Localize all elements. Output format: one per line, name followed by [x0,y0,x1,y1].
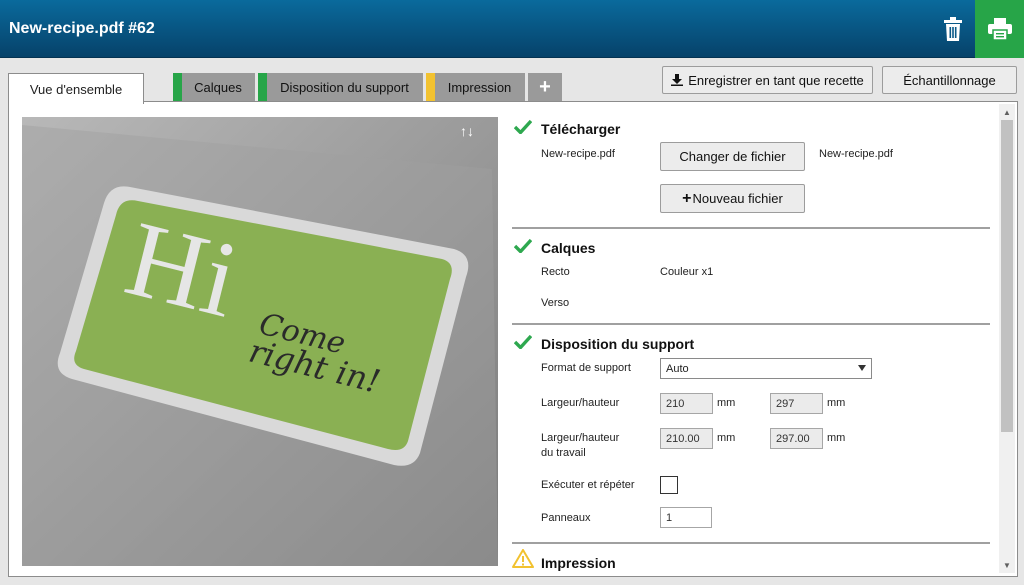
section-print-title: Impression [541,555,616,571]
tab-print[interactable]: Impression [426,73,525,102]
add-tab-button[interactable]: + [528,73,562,102]
tab-print-status-bar [426,73,435,102]
work-height-unit: mm [827,432,846,444]
panels-label: Panneaux [541,512,591,524]
media-format-select[interactable]: Auto [660,358,872,379]
change-file-button[interactable]: Changer de fichier [660,142,805,171]
section-media-title: Disposition du support [541,336,695,352]
plus-icon: + [682,189,692,207]
media-width-field: 210 [660,393,713,414]
work-height-field: 297.00 [770,428,823,449]
tab-print-label: Impression [447,80,512,95]
work-width-unit: mm [717,432,736,444]
download-icon [671,74,684,86]
delete-button[interactable] [930,0,975,58]
sampling-label: Échantillonnage [903,72,996,88]
tab-media-layout[interactable]: Disposition du support [258,73,423,102]
section-divider [512,227,990,229]
check-icon [514,119,532,134]
plus-icon: + [539,76,551,98]
step-repeat-label: Exécuter et répéter [541,479,635,491]
panels-input[interactable]: 1 [660,507,712,528]
scroll-up-icon[interactable]: ▲ [999,105,1015,119]
section-divider [512,542,990,544]
tab-overview[interactable]: Vue d'ensemble [8,73,144,104]
arrow-up-down-icon[interactable]: ↑↓ [460,123,474,139]
scrollbar-thumb[interactable] [1001,120,1013,432]
change-file-label: Changer de fichier [679,149,786,164]
tab-layers-status-bar [173,73,182,102]
width-unit: mm [717,397,736,409]
tab-media-status-bar [258,73,267,102]
check-icon [514,238,532,253]
front-value: Couleur x1 [660,266,714,278]
size-label: Largeur/hauteur [541,397,620,409]
printer-icon [987,18,1012,40]
media-format-value: Auto [666,362,689,375]
chevron-down-icon [858,365,866,371]
work-size-label-line1: Largeur/hauteur [541,432,620,444]
preview-image: Hi Come right in! [22,117,498,566]
trash-icon [943,17,962,41]
section-upload-title: Télécharger [541,121,621,137]
back-label: Verso [541,297,570,309]
section-layers-title: Calques [541,240,596,256]
tab-overview-label: Vue d'ensemble [29,81,123,97]
work-size-label-line2: du travail [541,447,586,459]
warning-icon [512,549,534,568]
save-as-recipe-button[interactable]: Enregistrer en tant que recette [662,66,873,94]
upload-file-label: New-recipe.pdf [541,148,615,160]
print-button[interactable] [975,0,1024,58]
step-repeat-checkbox[interactable] [660,476,678,494]
media-height-field: 297 [770,393,823,414]
media-format-label: Format de support [541,362,631,374]
save-as-recipe-label: Enregistrer en tant que recette [688,72,864,88]
tab-media-label: Disposition du support [280,80,409,95]
section-divider [512,323,990,325]
check-icon [514,334,532,349]
new-file-button[interactable]: + Nouveau fichier [660,184,805,213]
title-bar: New-recipe.pdf #62 [0,0,1024,58]
front-label: Recto [541,266,570,278]
document-title: New-recipe.pdf #62 [9,20,155,37]
new-file-label: Nouveau fichier [692,191,783,206]
height-unit: mm [827,397,846,409]
work-width-field: 210.00 [660,428,713,449]
scroll-down-icon[interactable]: ▼ [999,558,1015,572]
preview-render: Hi Come right in! [22,117,498,566]
sampling-button[interactable]: Échantillonnage [882,66,1017,94]
tab-layers-label: Calques [194,80,242,95]
tab-layers[interactable]: Calques [173,73,255,102]
current-file-name: New-recipe.pdf [819,148,893,160]
